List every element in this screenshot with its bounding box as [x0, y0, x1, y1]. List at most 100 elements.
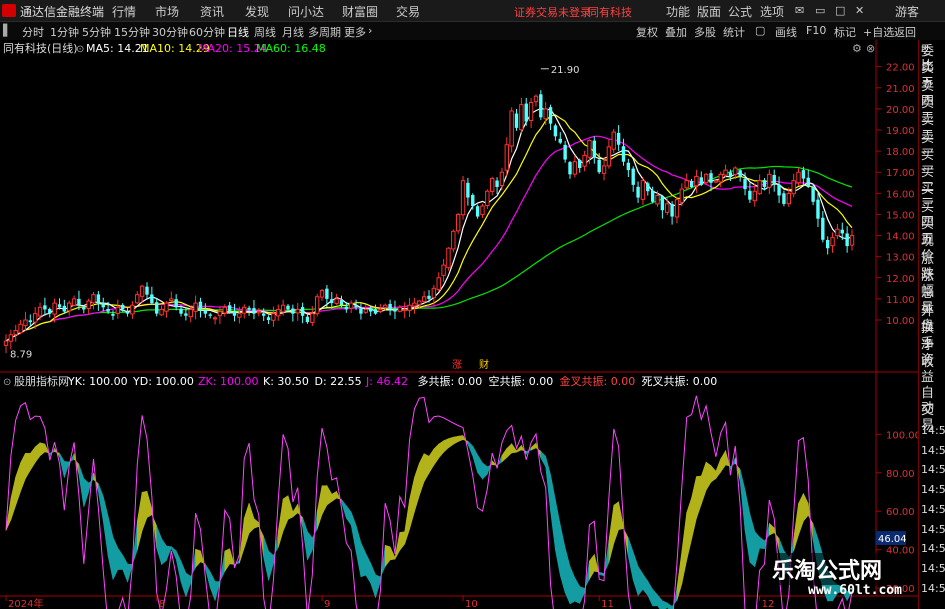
chevron-right-icon[interactable]: › — [368, 24, 372, 37]
tf-weekly[interactable]: 周线 — [254, 24, 276, 40]
current-value: 46.04 — [878, 534, 907, 545]
price-tick-label: 14.00 — [886, 232, 915, 243]
candle-body-down — [806, 177, 810, 187]
candle-body-down — [184, 313, 188, 316]
candle-body-down — [291, 308, 295, 314]
collapse-icon[interactable]: ⊙ — [76, 44, 84, 55]
tf-60min[interactable]: 60分钟 — [189, 24, 225, 40]
candle-body-up — [436, 277, 441, 291]
menu-ask[interactable]: 问小达 — [288, 3, 324, 20]
candle-body-down — [553, 125, 558, 137]
date-tick-label: 10 — [465, 599, 478, 609]
candle-body-up — [796, 171, 801, 184]
candle-body-down — [636, 186, 640, 198]
watermark-url: www.60lt.com — [808, 583, 902, 598]
indicator-legend-item: 空共振: 0.00 — [489, 374, 554, 388]
tool-f10[interactable]: F10 — [806, 24, 826, 37]
menu-trade[interactable]: 交易 — [396, 3, 420, 20]
menu-wealth[interactable]: 财富圈 — [342, 3, 378, 20]
candle-body-down — [845, 233, 849, 247]
menu-quotes[interactable]: 行情 — [112, 3, 136, 20]
price-tick-label: 22.00 — [886, 63, 915, 74]
price-tick-label: 10.00 — [886, 316, 915, 327]
login-notice[interactable]: 证券交易未登录 — [514, 4, 591, 20]
draw-icon[interactable]: ▢ — [755, 24, 765, 37]
date-tick-label: 11 — [601, 599, 614, 609]
toolbar-lock-icon[interactable]: ▌ — [3, 24, 11, 37]
candle-body-down — [179, 308, 183, 314]
tool-multistock[interactable]: 多股 — [694, 24, 716, 40]
candle-body-down — [592, 140, 597, 158]
mail-icon[interactable]: ✉ — [795, 4, 804, 17]
candle-body-down — [840, 229, 844, 234]
settings-icon[interactable]: ⚙ — [852, 42, 862, 55]
candle-body-up — [349, 302, 354, 309]
candle-body-up — [159, 308, 164, 316]
candle-body-up — [490, 178, 495, 192]
tf-5min[interactable]: 5分钟 — [82, 24, 111, 40]
candle-body-up — [242, 306, 247, 314]
menu-options[interactable]: 选项 — [760, 3, 784, 20]
menu-function[interactable]: 功能 — [666, 3, 690, 20]
candle-body-up — [334, 298, 339, 304]
tf-multi[interactable]: 多周期 — [308, 24, 341, 40]
tool-adjust[interactable]: 复权 — [636, 24, 658, 40]
guest-button[interactable]: 游客 — [895, 3, 919, 20]
indicator-legend-item: 多共振: 0.00 — [418, 374, 483, 388]
candle-body-down — [709, 173, 713, 183]
candle-body-down — [539, 94, 543, 118]
minimize-icon[interactable]: ▭ — [815, 4, 825, 17]
restore-icon[interactable]: □ — [835, 4, 845, 17]
tf-1min[interactable]: 1分钟 — [50, 24, 79, 40]
candle-body-up — [18, 323, 23, 334]
marker-rise[interactable]: 涨 — [452, 359, 462, 371]
indicator-collapse-icon[interactable]: ⊙ — [3, 377, 11, 388]
candle-body-up — [280, 304, 286, 313]
date-tick-label: 9 — [324, 599, 330, 609]
date-tick-label: 12 — [762, 599, 775, 609]
tool-draw[interactable]: 画线 — [775, 24, 797, 40]
tf-15min[interactable]: 15分钟 — [114, 24, 150, 40]
menu-formula[interactable]: 公式 — [728, 3, 752, 20]
candle-body-up — [397, 306, 403, 312]
tool-add-watchlist[interactable]: +自选 — [863, 24, 894, 40]
tool-stats[interactable]: 统计 — [723, 24, 745, 40]
tf-monthly[interactable]: 月线 — [282, 24, 304, 40]
side-label[interactable]: 收益 — [921, 355, 945, 385]
tf-30min[interactable]: 30分钟 — [152, 24, 188, 40]
tool-back[interactable]: 返回 — [894, 24, 916, 40]
close-panel-icon[interactable]: ⊗ — [866, 42, 875, 55]
candle-body-up — [499, 171, 505, 186]
menu-layout[interactable]: 版面 — [697, 3, 721, 20]
indicator-tick-label: 60.00 — [886, 507, 915, 518]
candle-body-down — [495, 180, 499, 187]
tf-daily[interactable]: 日线 — [227, 24, 249, 40]
candle-body-down — [825, 239, 830, 249]
candle-body-up — [849, 235, 855, 246]
candle-body-up — [791, 180, 796, 195]
indicator-tick-label: 40.00 — [886, 546, 915, 557]
candle-body-up — [256, 311, 262, 314]
candle-body-up — [310, 313, 315, 323]
tf-intraday[interactable]: 分时 — [22, 24, 44, 40]
indicator-legend-item: D: 22.55 — [315, 375, 362, 388]
marker-finance[interactable]: 财 — [479, 358, 489, 371]
candle-body-down — [427, 295, 431, 299]
tool-mark[interactable]: 标记 — [834, 24, 856, 40]
stock-chart: 同有科技(日线) ⊙ MA5: 14.21 MA10: 14.29 MA20: … — [0, 40, 918, 609]
menu-market[interactable]: 市场 — [155, 3, 179, 20]
candle-body-down — [261, 313, 266, 316]
candle-body-up — [752, 190, 757, 202]
candle-body-up — [684, 180, 689, 189]
candle-body-up — [363, 308, 368, 313]
candle-body-down — [626, 162, 631, 171]
candle-body-down — [57, 304, 62, 308]
candle-body-down — [227, 305, 232, 312]
tool-overlay[interactable]: 叠加 — [665, 24, 687, 40]
close-icon[interactable]: ✕ — [855, 4, 864, 17]
candle-body-down — [28, 320, 33, 323]
menu-news[interactable]: 资讯 — [200, 3, 224, 20]
tf-more[interactable]: 更多 — [344, 24, 366, 40]
candle-body-up — [718, 173, 723, 183]
menu-discover[interactable]: 发现 — [245, 3, 269, 20]
